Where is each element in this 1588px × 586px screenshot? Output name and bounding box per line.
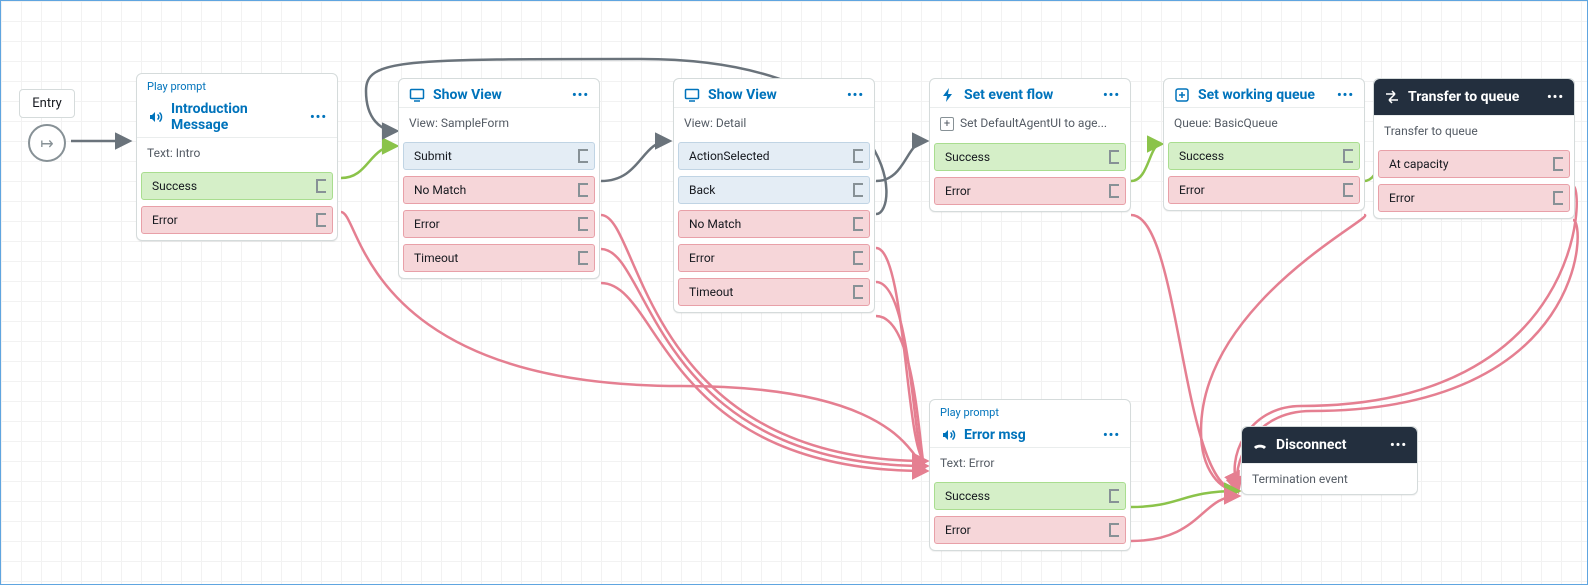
speaker-icon: [147, 109, 163, 125]
port-no-match[interactable]: No Match: [403, 176, 595, 204]
port-error[interactable]: Error: [678, 244, 870, 272]
speaker-icon: [940, 427, 956, 443]
port-back[interactable]: Back: [678, 176, 870, 204]
port-error[interactable]: Error: [1168, 176, 1360, 204]
block-menu-icon[interactable]: •••: [847, 88, 864, 103]
block-title: Show View: [433, 87, 564, 103]
block-menu-icon[interactable]: •••: [572, 88, 589, 103]
port-error[interactable]: Error: [1378, 184, 1570, 212]
port-error[interactable]: Error: [934, 516, 1126, 544]
block-menu-icon[interactable]: •••: [1337, 88, 1354, 103]
block-body: Set DefaultAgentUI to age...: [930, 107, 1130, 139]
block-show-view-sampleform[interactable]: Show View ••• View: SampleForm Submit No…: [398, 78, 600, 279]
block-title: Introduction Message: [171, 101, 302, 133]
block-title: Error msg: [964, 427, 1095, 443]
queue-icon: [1174, 87, 1190, 103]
port-success[interactable]: Success: [141, 172, 333, 200]
port-timeout[interactable]: Timeout: [678, 278, 870, 306]
block-body: View: SampleForm: [399, 107, 599, 138]
block-show-view-detail[interactable]: Show View ••• View: Detail ActionSelecte…: [673, 78, 875, 313]
block-title: Show View: [708, 87, 839, 103]
lightning-icon: [940, 87, 956, 103]
block-transfer-to-queue[interactable]: Transfer to queue ••• Transfer to queue …: [1373, 78, 1575, 219]
block-menu-icon[interactable]: •••: [1103, 428, 1120, 443]
block-set-working-queue[interactable]: Set working queue ••• Queue: BasicQueue …: [1163, 78, 1365, 211]
block-menu-icon[interactable]: •••: [1103, 88, 1120, 103]
block-title: Set working queue: [1198, 87, 1329, 103]
block-menu-icon[interactable]: •••: [310, 110, 327, 125]
flow-canvas[interactable]: Entry ↦ Play prompt Introduction Message…: [0, 0, 1588, 585]
block-title: Transfer to queue: [1408, 89, 1539, 105]
block-menu-icon[interactable]: •••: [1390, 438, 1407, 453]
block-menu-icon[interactable]: •••: [1547, 90, 1564, 105]
block-type-label: Play prompt: [930, 400, 1130, 419]
block-body: Text: Intro: [137, 137, 337, 168]
port-at-capacity[interactable]: At capacity: [1378, 150, 1570, 178]
block-disconnect[interactable]: Disconnect ••• Termination event: [1241, 426, 1418, 495]
monitor-icon: [684, 87, 700, 103]
block-body: Termination event: [1242, 463, 1417, 494]
port-success[interactable]: Success: [934, 143, 1126, 171]
port-error[interactable]: Error: [141, 206, 333, 234]
hangup-icon: [1252, 437, 1268, 453]
port-timeout[interactable]: Timeout: [403, 244, 595, 272]
port-success[interactable]: Success: [1168, 142, 1360, 170]
port-success[interactable]: Success: [934, 482, 1126, 510]
port-no-match[interactable]: No Match: [678, 210, 870, 238]
block-body: Transfer to queue: [1374, 115, 1574, 146]
block-type-label: Play prompt: [137, 74, 337, 93]
entry-start-icon: ↦: [28, 124, 66, 162]
block-body: Queue: BasicQueue: [1164, 107, 1364, 138]
port-error[interactable]: Error: [403, 210, 595, 238]
entry-label: Entry: [19, 89, 75, 118]
transfer-icon: [1384, 89, 1400, 105]
block-error-msg[interactable]: Play prompt Error msg ••• Text: Error Su…: [929, 399, 1131, 551]
block-set-event-flow[interactable]: Set event flow ••• Set DefaultAgentUI to…: [929, 78, 1131, 212]
port-submit[interactable]: Submit: [403, 142, 595, 170]
port-action-selected[interactable]: ActionSelected: [678, 142, 870, 170]
block-body: Text: Error: [930, 447, 1130, 478]
block-body: View: Detail: [674, 107, 874, 138]
block-title: Disconnect: [1276, 437, 1382, 453]
block-title: Set event flow: [964, 87, 1095, 103]
monitor-icon: [409, 87, 425, 103]
entry-node[interactable]: Entry ↦: [19, 89, 75, 162]
block-introduction-message[interactable]: Play prompt Introduction Message ••• Tex…: [136, 73, 338, 241]
port-error[interactable]: Error: [934, 177, 1126, 205]
